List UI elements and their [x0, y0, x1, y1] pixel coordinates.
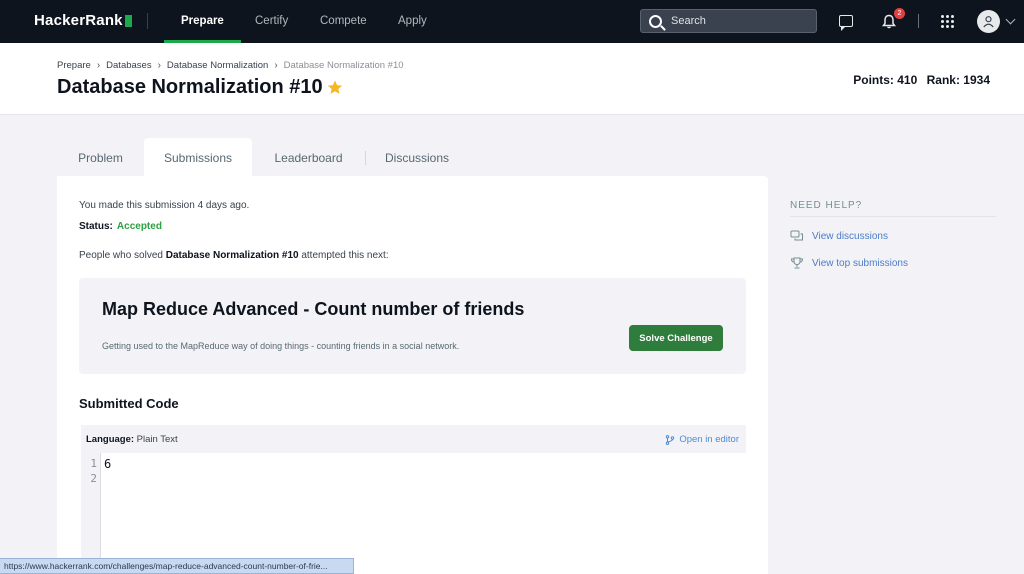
intro-suffix: attempted this next:	[298, 250, 389, 261]
submitted-code-title: Submitted Code	[79, 396, 179, 411]
next-challenge-title[interactable]: Map Reduce Advanced - Count number of fr…	[102, 299, 524, 320]
search-icon	[649, 14, 662, 28]
language-info: Language: Plain Text	[86, 434, 178, 445]
nav-link-certify[interactable]: Certify	[255, 0, 288, 43]
nav-link-prepare[interactable]: Prepare	[164, 0, 241, 43]
nav-link-compete[interactable]: Compete	[320, 0, 367, 43]
open-in-editor-label: Open in editor	[679, 434, 739, 445]
next-challenge-intro: People who solved Database Normalization…	[79, 250, 389, 261]
submission-status: Status: Accepted	[79, 221, 162, 232]
chevron-right-icon: ›	[96, 60, 101, 71]
next-challenge-description: Getting used to the MapReduce way of doi…	[102, 341, 460, 351]
tab-leaderboard[interactable]: Leaderboard	[252, 138, 365, 176]
nav-link-apply[interactable]: Apply	[398, 0, 427, 43]
view-top-submissions-link[interactable]: View top submissions	[790, 257, 908, 269]
chevron-down-icon[interactable]	[1005, 14, 1016, 25]
language-label: Language:	[86, 434, 135, 445]
breadcrumb: Prepare › Databases › Database Normaliza…	[57, 60, 404, 71]
brand-logo-block	[124, 14, 132, 27]
view-discussions-link[interactable]: View discussions	[790, 230, 888, 242]
view-top-submissions-label: View top submissions	[812, 257, 908, 269]
chevron-right-icon: ›	[274, 60, 278, 71]
open-in-editor-link[interactable]: Open in editor	[665, 434, 739, 445]
solve-challenge-button[interactable]: Solve Challenge	[629, 325, 723, 351]
tab-discussions[interactable]: Discussions	[366, 138, 468, 176]
next-challenge-card: Map Reduce Advanced - Count number of fr…	[79, 278, 746, 374]
points-label: Points: 410	[853, 73, 918, 87]
code-header: Language: Plain Text Open in editor	[81, 425, 746, 453]
brand-name: HackerRank	[34, 12, 123, 29]
status-badge: Accepted	[116, 221, 162, 232]
tab-submissions[interactable]: Submissions	[144, 138, 252, 176]
help-divider	[790, 216, 996, 217]
breadcrumb-prepare[interactable]: Prepare	[57, 60, 91, 71]
code-line-1: 6	[104, 457, 112, 471]
breadcrumb-database-normalization[interactable]: Database Normalization	[167, 60, 268, 71]
tab-bar: Problem Submissions Leaderboard Discussi…	[57, 138, 468, 176]
chevron-right-icon: ›	[157, 60, 161, 71]
language-value: Plain Text	[136, 434, 178, 445]
breadcrumb-current: Database Normalization #10	[283, 60, 404, 71]
nav-divider-right	[918, 14, 919, 28]
notification-badge: 2	[894, 8, 905, 19]
need-help-heading: NEED HELP?	[790, 200, 863, 211]
page-header: Prepare › Databases › Database Normaliza…	[0, 43, 1024, 115]
branch-icon	[666, 434, 675, 445]
line-number-1: 1	[90, 457, 97, 470]
code-gutter: 1 2	[81, 453, 101, 574]
tab-problem[interactable]: Problem	[57, 138, 144, 176]
status-label: Status:	[79, 221, 113, 232]
brand-logo[interactable]: HackerRank	[34, 12, 132, 29]
nav-divider	[147, 13, 148, 29]
intro-prefix: People who solved	[79, 250, 166, 261]
points-rank: Points: 410 Rank: 1934	[853, 73, 990, 87]
trophy-icon	[790, 257, 804, 269]
avatar[interactable]	[977, 10, 1000, 33]
messages-icon[interactable]	[839, 15, 853, 31]
line-number-2: 2	[90, 472, 97, 485]
top-nav: HackerRank Prepare Certify Compete Apply…	[0, 0, 1024, 43]
page-title: Database Normalization #10	[57, 76, 323, 98]
rank-label: Rank: 1934	[926, 73, 990, 87]
breadcrumb-databases[interactable]: Databases	[106, 60, 151, 71]
search-input[interactable]	[671, 15, 811, 27]
discussion-icon	[790, 230, 803, 241]
submission-panel: You made this submission 4 days ago. Sta…	[57, 176, 768, 574]
star-icon[interactable]	[327, 80, 343, 95]
user-icon	[983, 16, 994, 28]
intro-challenge: Database Normalization #10	[165, 250, 299, 261]
view-discussions-label: View discussions	[812, 230, 888, 242]
status-url-bar: https://www.hackerrank.com/challenges/ma…	[0, 558, 354, 574]
submission-time: You made this submission 4 days ago.	[79, 200, 250, 211]
apps-grid-icon[interactable]	[941, 15, 954, 28]
search-box[interactable]	[640, 9, 817, 33]
